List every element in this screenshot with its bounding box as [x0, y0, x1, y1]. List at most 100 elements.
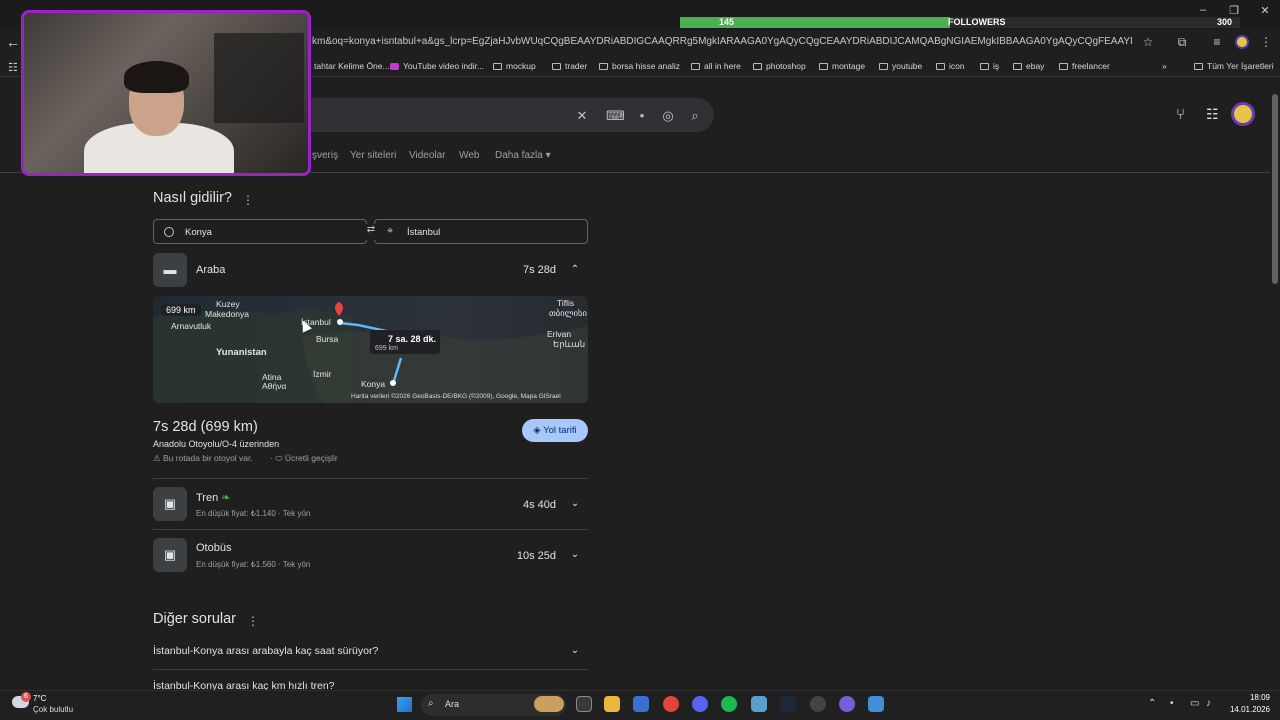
- question-item[interactable]: İstanbul-Konya arası arabayla kaç saat s…: [153, 645, 378, 657]
- map-label-arnavutluk: Arnavutluk: [171, 321, 212, 331]
- train-mode-label[interactable]: Tren ❧: [196, 491, 231, 504]
- konya-point: [390, 380, 396, 386]
- chevron-up-icon[interactable]: ⌃: [568, 264, 582, 275]
- spotify-icon[interactable]: [721, 696, 737, 712]
- search-highlight-icon[interactable]: [534, 696, 564, 712]
- menu-kebab-icon[interactable]: ⋮: [1258, 35, 1274, 49]
- destination-value[interactable]: İstanbul: [407, 227, 440, 238]
- bookmark-item[interactable]: iş: [980, 61, 999, 71]
- bookmark-item[interactable]: mockup: [493, 61, 536, 71]
- bus-mode-time: 10s 25d: [516, 550, 556, 562]
- directions-button[interactable]: ◈ Yol tarifi: [522, 419, 588, 442]
- store-icon[interactable]: [633, 696, 649, 712]
- bookmark-item[interactable]: youtube: [879, 61, 922, 71]
- account-avatar[interactable]: [1231, 102, 1255, 126]
- display-icon[interactable]: ▭: [1190, 698, 1199, 709]
- volume-icon[interactable]: ♪: [1206, 698, 1211, 709]
- taskbar-search-placeholder[interactable]: Ara: [445, 699, 459, 709]
- share-icon[interactable]: ⑂: [1176, 106, 1185, 123]
- all-bookmarks-item[interactable]: Tüm Yer İşaretleri: [1194, 61, 1274, 71]
- weather-temperature[interactable]: 7°C: [33, 694, 46, 703]
- questions-more-icon[interactable]: ⋮: [247, 614, 259, 628]
- file-explorer-icon[interactable]: [604, 696, 620, 712]
- address-bar-url[interactable]: km&oq=konya+isntabul+a&gs_lcrp=EgZjaHJvb…: [312, 36, 1132, 47]
- bookmark-item[interactable]: all in here: [691, 61, 741, 71]
- tray-chevron-icon[interactable]: ⌃: [1148, 698, 1156, 709]
- search-input[interactable]: [300, 98, 714, 132]
- bookmark-item[interactable]: ebay: [1013, 61, 1044, 71]
- swap-icon[interactable]: ⇄: [362, 224, 380, 240]
- windows-start-icon[interactable]: [397, 697, 412, 712]
- clock-time[interactable]: 18:09: [1246, 693, 1270, 702]
- bus-mode-label[interactable]: Otobüs: [196, 542, 231, 554]
- chevron-down-icon[interactable]: ⌄: [568, 498, 582, 509]
- media-control-icon[interactable]: ≡: [1209, 35, 1225, 49]
- train-icon: ▣: [153, 487, 187, 521]
- obs-icon[interactable]: [810, 696, 826, 712]
- streamer-hair: [124, 61, 189, 93]
- folder-icon: [1194, 63, 1203, 70]
- microphone-tray-icon[interactable]: •: [1170, 698, 1174, 709]
- divider: [153, 478, 588, 479]
- tab-web[interactable]: Web: [459, 150, 479, 161]
- microphone-icon[interactable]: •: [633, 108, 651, 123]
- car-mode-time: 7s 28d: [522, 264, 556, 276]
- directions-icon: ◈: [533, 425, 544, 436]
- profile-avatar-icon[interactable]: [1235, 35, 1249, 49]
- map-label-makedonya: Makedonya: [205, 309, 249, 319]
- tab-videos[interactable]: Videolar: [409, 150, 446, 161]
- search-icon: ⌕: [428, 698, 434, 709]
- webcam-background: [214, 33, 304, 123]
- tab-places[interactable]: Yer siteleri: [350, 150, 396, 161]
- back-arrow-icon[interactable]: ←: [6, 34, 20, 50]
- clock-date[interactable]: 14.01.2026: [1226, 705, 1270, 714]
- extensions-icon[interactable]: ⧉: [1174, 35, 1190, 50]
- map-label-bursa: Bursa: [316, 334, 339, 344]
- bookmark-star-icon[interactable]: ☆: [1140, 35, 1156, 49]
- apps-grid-icon[interactable]: ☷: [8, 61, 18, 74]
- keyboard-icon[interactable]: ⌨: [606, 108, 625, 124]
- location-pin-icon: ⌖: [387, 225, 394, 237]
- bookmarks-more-chevron[interactable]: »: [1162, 61, 1167, 71]
- folder-icon: [552, 63, 561, 70]
- search-icon[interactable]: ⌕: [686, 108, 704, 124]
- bookmark-item[interactable]: tahtar Kelime Öne...: [314, 61, 390, 71]
- bookmark-item[interactable]: freelancer: [1059, 61, 1110, 71]
- webcam-overlay: [21, 10, 311, 176]
- bookmark-item[interactable]: trader: [552, 61, 587, 71]
- bookmark-item[interactable]: photoshop: [753, 61, 806, 71]
- app-icon[interactable]: [839, 696, 855, 712]
- bookmark-item[interactable]: YouTube video indir...: [390, 61, 484, 71]
- lens-icon[interactable]: ◎: [659, 108, 677, 124]
- toll-warning: · ⬭ Ücretli geçişlir: [270, 453, 338, 463]
- minimize-icon[interactable]: –: [1188, 4, 1218, 16]
- maximize-icon[interactable]: ❐: [1219, 4, 1249, 17]
- photos-icon[interactable]: [868, 696, 884, 712]
- chrome-icon[interactable]: [663, 696, 679, 712]
- chevron-down-icon[interactable]: ⌄: [568, 549, 582, 560]
- bookmark-item[interactable]: icon: [936, 61, 965, 71]
- map-label-tbilisi: თბილისი: [549, 308, 587, 318]
- clear-search-icon[interactable]: ✕: [573, 108, 591, 124]
- folder-icon: [1059, 63, 1068, 70]
- bookmark-item[interactable]: borsa hisse analiz: [599, 61, 680, 71]
- google-apps-icon[interactable]: ☷: [1206, 106, 1219, 123]
- close-window-icon[interactable]: ✕: [1250, 4, 1280, 17]
- origin-value[interactable]: Konya: [185, 227, 212, 238]
- chevron-down-icon[interactable]: ⌄: [568, 645, 582, 656]
- app-icon[interactable]: [751, 696, 767, 712]
- weather-description[interactable]: Çok bulutlu: [33, 705, 73, 714]
- bookmark-item[interactable]: montage: [819, 61, 865, 71]
- origin-circle-icon: [164, 227, 174, 237]
- divider: [153, 669, 588, 670]
- tab-more[interactable]: Daha fazla ▾: [495, 150, 551, 161]
- tab-shopping[interactable]: şveriş: [312, 150, 338, 161]
- directions-more-icon[interactable]: ⋮: [242, 193, 254, 207]
- car-mode-label[interactable]: Araba: [196, 264, 225, 276]
- scrollbar-thumb[interactable]: [1272, 94, 1278, 284]
- discord-icon[interactable]: [692, 696, 708, 712]
- task-view-icon[interactable]: [576, 696, 592, 712]
- map-callout-distance: 699 km: [375, 345, 398, 352]
- map-callout-time: 7 sa. 28 dk.: [388, 334, 437, 344]
- steam-icon[interactable]: [780, 696, 796, 712]
